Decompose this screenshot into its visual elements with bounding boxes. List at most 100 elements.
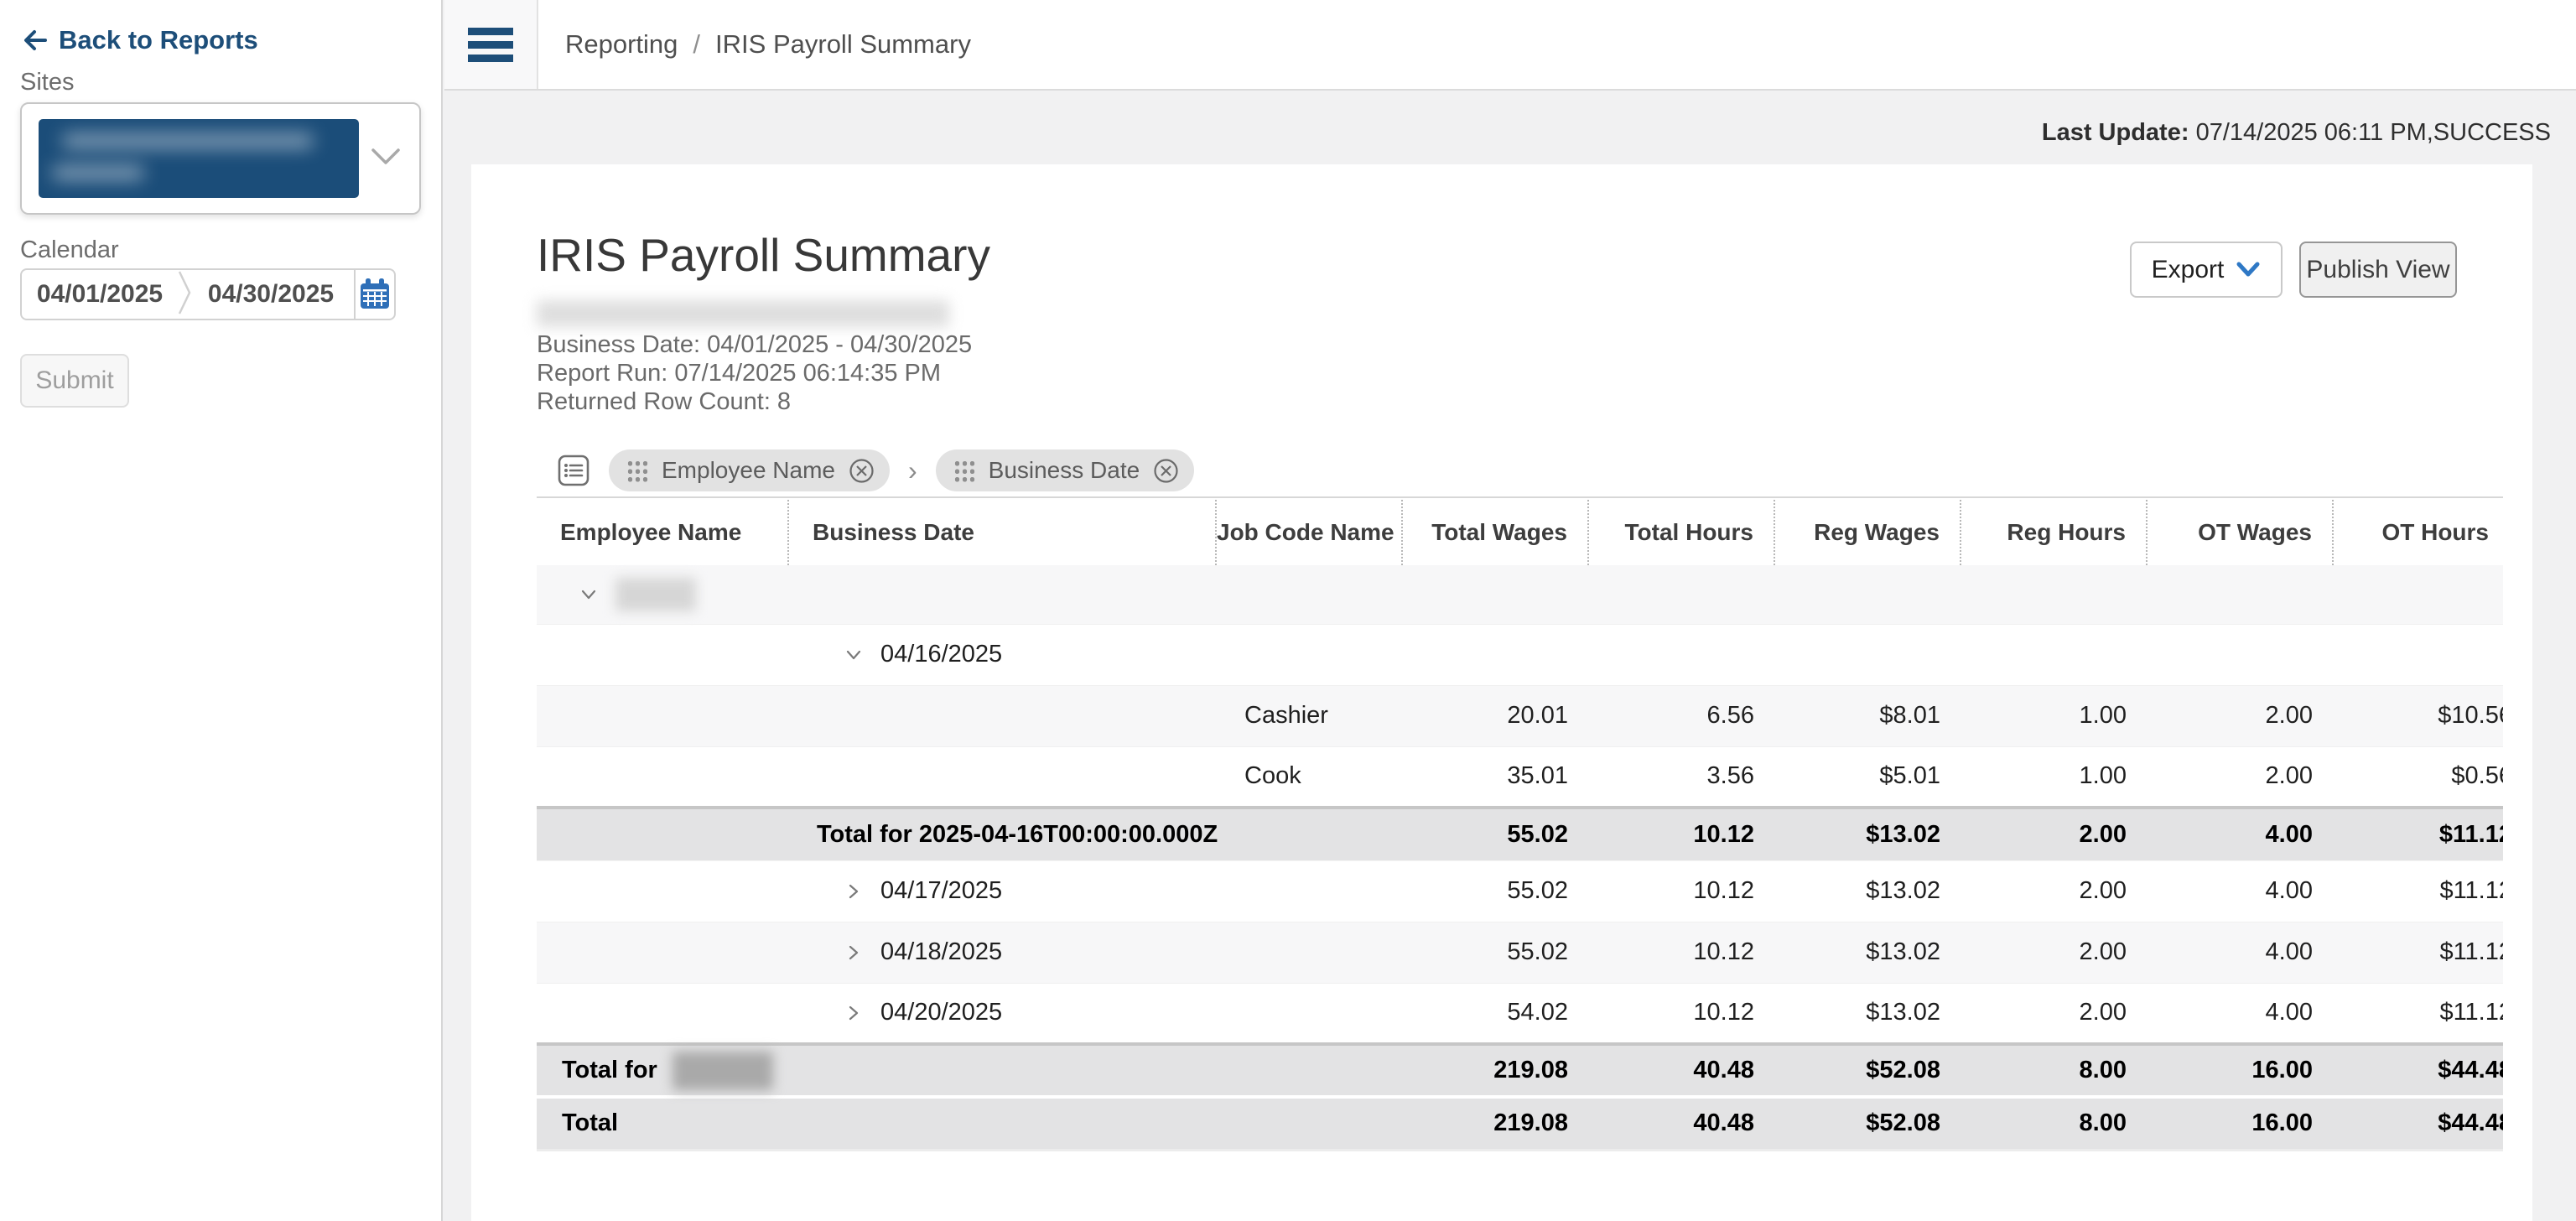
ot-hours-value: $44.48: [2333, 1044, 2503, 1097]
reg-hours-value: 2.00: [1961, 808, 2147, 860]
column-header-business-date[interactable]: Business Date: [788, 500, 1216, 565]
table-row-date: 04/18/2025 55.02 10.12 $13.02 2.00 4.00 …: [537, 922, 2503, 983]
column-header-total-wages[interactable]: Total Wages: [1402, 500, 1588, 565]
selected-site-chip-redacted: [39, 119, 359, 198]
grouping-bar: Employee Name › Business Date: [537, 444, 2503, 498]
payroll-table-container: Employee Name Business Date Job Code Nam…: [537, 500, 2503, 1151]
employee-total-label: Total for: [562, 1057, 657, 1084]
report-card: IRIS Payroll Summary Business Date: 04/0…: [471, 164, 2532, 1221]
redacted-site-text: [52, 166, 144, 179]
expand-row-icon[interactable]: [842, 880, 865, 903]
collapse-row-icon[interactable]: [842, 643, 865, 667]
total-hours-value: 40.48: [1588, 1097, 1774, 1150]
total-hours-value: 3.56: [1588, 746, 1774, 808]
reg-wages-value: $13.02: [1774, 860, 1961, 922]
ot-hours-value: $44.48: [2333, 1097, 2503, 1150]
ot-wages-value: 2.00: [2147, 746, 2333, 808]
ot-wages-value: 16.00: [2147, 1044, 2333, 1097]
date-range-picker: [20, 268, 396, 320]
total-wages-value: 219.08: [1402, 1044, 1588, 1097]
range-chevron-icon: [178, 268, 193, 321]
calendar-label: Calendar: [20, 236, 119, 264]
back-to-reports-link[interactable]: Back to Reports: [22, 25, 258, 55]
arrow-left-icon: [22, 27, 49, 54]
start-date-input[interactable]: [22, 280, 178, 309]
reg-wages-value: $13.02: [1774, 983, 1961, 1044]
publish-view-button[interactable]: Publish View: [2299, 242, 2457, 298]
collapse-row-icon[interactable]: [577, 583, 600, 606]
ot-hours-value: $11.12: [2333, 860, 2503, 922]
total-hours-value: 10.12: [1588, 922, 1774, 983]
last-update-label: Last Update:: [2042, 119, 2189, 146]
ot-wages-value: 4.00: [2147, 860, 2333, 922]
business-date-line: Business Date: 04/01/2025 - 04/30/2025: [537, 330, 972, 359]
sites-select[interactable]: [20, 102, 421, 215]
ot-hours-value: $11.12: [2333, 922, 2503, 983]
reg-wages-value: $13.02: [1774, 922, 1961, 983]
ot-wages-value: 4.00: [2147, 983, 2333, 1044]
export-button[interactable]: Export: [2130, 242, 2283, 298]
chevron-down-icon: [2236, 262, 2261, 278]
ot-hours-value: $10.56: [2333, 685, 2503, 746]
table-row-employee-total: Total for 219.08 40.48 $52.08 8.00 16.00…: [537, 1044, 2503, 1097]
table-header-row: Employee Name Business Date Job Code Nam…: [537, 500, 2503, 565]
column-header-reg-wages[interactable]: Reg Wages: [1774, 500, 1961, 565]
menu-button[interactable]: [444, 0, 538, 89]
group-chip-business-date[interactable]: Business Date: [936, 449, 1195, 491]
end-date-input[interactable]: [193, 280, 349, 309]
last-update-status: Last Update: 07/14/2025 06:11 PM,SUCCESS: [2042, 119, 2551, 147]
table-row-date-total: Total for 2025-04-16T00:00:00.000Z 55.02…: [537, 808, 2503, 860]
total-wages-value: 20.01: [1402, 685, 1588, 746]
group-chip-employee-name[interactable]: Employee Name: [609, 449, 890, 491]
payroll-table: Employee Name Business Date Job Code Nam…: [537, 500, 2503, 1151]
reg-wages-value: $13.02: [1774, 808, 1961, 860]
last-update-value: 07/14/2025 06:11 PM,SUCCESS: [2196, 119, 2551, 146]
total-hours-value: 6.56: [1588, 685, 1774, 746]
reg-hours-value: 8.00: [1961, 1044, 2147, 1097]
page-title: IRIS Payroll Summary: [537, 228, 990, 282]
sites-label: Sites: [20, 69, 74, 96]
column-header-ot-wages[interactable]: OT Wages: [2147, 500, 2333, 565]
table-row-employee-group: [537, 565, 2503, 624]
column-header-job-code-name[interactable]: Job Code Name: [1216, 500, 1402, 565]
redacted-site-text: [62, 134, 314, 148]
reg-hours-value: 2.00: [1961, 922, 2147, 983]
remove-group-icon[interactable]: [849, 458, 875, 484]
publish-view-label: Publish View: [2306, 256, 2449, 284]
total-wages-value: 55.02: [1402, 860, 1588, 922]
reg-hours-value: 1.00: [1961, 746, 2147, 808]
table-row-date: 04/20/2025 54.02 10.12 $13.02 2.00 4.00 …: [537, 983, 2503, 1044]
column-header-ot-hours[interactable]: OT Hours: [2333, 500, 2503, 565]
expand-row-icon[interactable]: [842, 941, 865, 964]
job-code-value: Cook: [1216, 762, 1402, 790]
group-chip-label: Employee Name: [662, 457, 835, 484]
total-wages-value: 35.01: [1402, 746, 1588, 808]
reg-hours-value: 1.00: [1961, 685, 2147, 746]
grouping-settings-button[interactable]: [557, 454, 590, 487]
hamburger-icon: [468, 22, 513, 68]
column-header-total-hours[interactable]: Total Hours: [1588, 500, 1774, 565]
drag-handle-icon[interactable]: [626, 459, 648, 483]
drag-handle-icon[interactable]: [953, 459, 975, 483]
topbar: Reporting / IRIS Payroll Summary: [444, 0, 2576, 91]
filters-sidebar: Back to Reports Sites Calendar: [0, 0, 443, 1221]
remove-group-icon[interactable]: [1153, 458, 1179, 484]
total-wages-value: 55.02: [1402, 922, 1588, 983]
submit-button[interactable]: Submit: [20, 354, 129, 408]
calendar-picker-button[interactable]: [356, 277, 395, 312]
ot-hours-value: $11.12: [2333, 983, 2503, 1044]
date-total-label: Total for 2025-04-16T00:00:00.000Z: [788, 821, 1402, 849]
table-row-date: 04/17/2025 55.02 10.12 $13.02 2.00 4.00 …: [537, 860, 2503, 922]
report-meta: Business Date: 04/01/2025 - 04/30/2025 R…: [537, 330, 972, 416]
breadcrumb-separator: /: [693, 29, 700, 60]
business-date-value: 04/20/2025: [880, 999, 1002, 1026]
column-header-employee-name[interactable]: Employee Name: [537, 500, 788, 565]
ot-wages-value: 4.00: [2147, 808, 2333, 860]
breadcrumb-current-page: IRIS Payroll Summary: [715, 29, 971, 60]
column-header-reg-hours[interactable]: Reg Hours: [1961, 500, 2147, 565]
breadcrumb-reporting[interactable]: Reporting: [565, 29, 678, 60]
total-wages-value: 219.08: [1402, 1097, 1588, 1150]
back-to-reports-label: Back to Reports: [59, 25, 258, 55]
total-hours-value: 40.48: [1588, 1044, 1774, 1097]
expand-row-icon[interactable]: [842, 1001, 865, 1025]
